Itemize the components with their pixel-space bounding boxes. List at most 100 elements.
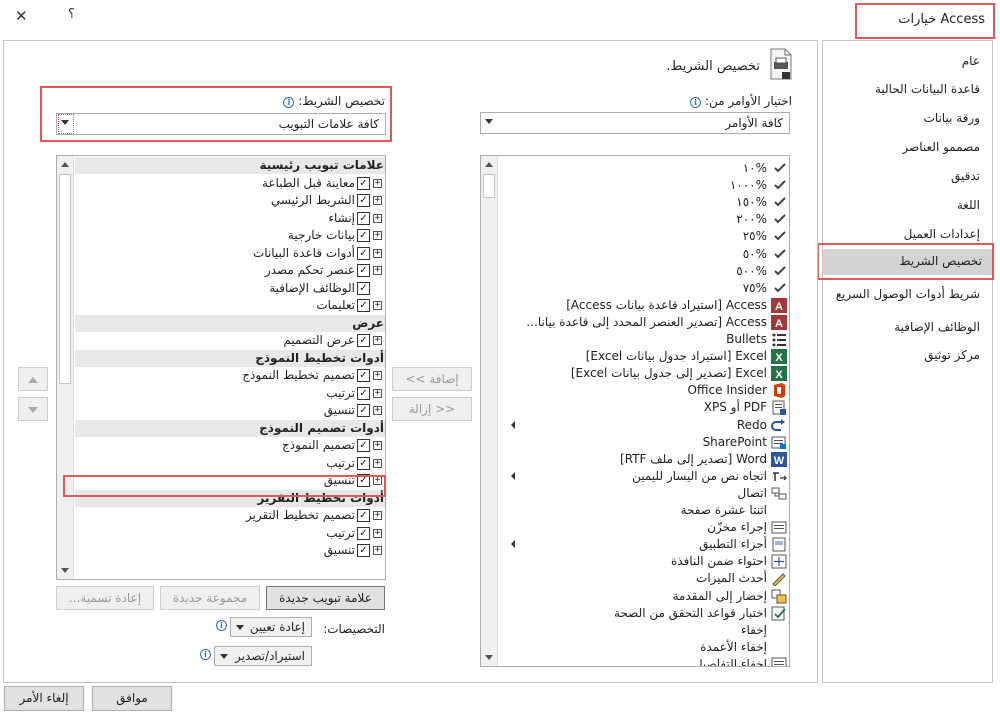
command-item[interactable]: %٢٠٠ <box>499 211 789 228</box>
tab-group-header[interactable]: أدوات تصميم النموذج <box>75 419 385 437</box>
tab-checkbox[interactable]: ✓ <box>357 229 370 242</box>
tab-checkbox[interactable]: ✓ <box>357 194 370 207</box>
ribbon-tab-item[interactable]: + ✓ ترتيب <box>75 455 385 472</box>
expand-icon[interactable]: + <box>373 248 382 258</box>
command-item[interactable]: إخفاء التفاصيل <box>499 656 789 666</box>
tab-checkbox[interactable]: ✓ <box>357 544 370 557</box>
command-item[interactable]: SharePoint <box>499 434 789 451</box>
nav-item-8[interactable]: شريط أدوات الوصول السريع <box>821 282 992 308</box>
nav-item-3[interactable]: مصممو العناصر <box>821 135 992 161</box>
commands-dropdown[interactable]: كافة الأوامر <box>480 112 790 134</box>
reset-dropdown[interactable]: إعادة تعيين <box>230 617 312 637</box>
ribbon-tab-item[interactable]: + ✓ تنسيق <box>75 402 385 419</box>
nav-item-5[interactable]: اللغة <box>821 193 992 219</box>
command-item[interactable]: اتصال <box>499 485 789 502</box>
command-item[interactable]: إجراء مخزّن <box>499 519 789 536</box>
move-up-button[interactable] <box>18 367 48 391</box>
new-group-button[interactable]: مجموعة جديدة <box>160 586 260 610</box>
tab-checkbox[interactable]: ✓ <box>357 474 370 487</box>
expand-icon[interactable]: + <box>373 511 382 520</box>
command-item[interactable]: %٢٥ <box>499 228 789 245</box>
tab-group-header[interactable]: أدوات تخطيط التقرير <box>75 489 385 507</box>
nav-item-10[interactable]: مركز توثيق <box>821 343 992 369</box>
command-item[interactable]: W Word [تصدير إلى ملف RTF] <box>499 451 789 468</box>
command-item[interactable]: Office Insider <box>499 382 789 399</box>
tab-checkbox[interactable]: ✓ <box>357 456 370 470</box>
expand-icon[interactable]: + <box>373 441 382 450</box>
expand-icon[interactable]: + <box>373 406 382 415</box>
expand-icon[interactable]: + <box>373 388 382 398</box>
scroll-up-icon[interactable] <box>61 162 69 167</box>
tab-checkbox[interactable]: ✓ <box>357 176 370 190</box>
ribbon-scrollbar[interactable] <box>57 156 74 579</box>
tab-checkbox[interactable]: ✓ <box>357 211 370 225</box>
expand-icon[interactable]: + <box>373 301 382 310</box>
expand-icon[interactable]: + <box>373 178 382 188</box>
command-item[interactable]: أحدث الميزات <box>499 570 789 588</box>
ribbon-tab-item[interactable]: + ✓ الشريط الرئيسي <box>75 192 385 209</box>
command-item[interactable]: X Excel [استيراد جدول بيانات Excel] <box>499 348 789 365</box>
ribbon-tab-item[interactable]: + ✓ أدوات قاعدة البيانات <box>75 245 385 262</box>
ribbon-tab-item[interactable]: + ✓ ترتيب <box>75 525 385 542</box>
expand-icon[interactable]: + <box>373 336 382 345</box>
import-export-dropdown[interactable]: استيراد/تصدير <box>214 646 312 666</box>
expand-icon[interactable]: + <box>373 266 382 275</box>
expand-icon[interactable]: + <box>373 231 382 240</box>
tab-checkbox[interactable]: ✓ <box>357 246 370 260</box>
ribbon-tab-item[interactable]: + ✓ تنسيق <box>75 472 385 489</box>
ribbon-tab-item[interactable]: + ✓ بيانات خارجية <box>75 227 385 244</box>
tab-group-header[interactable]: علامات تبويب رئيسية <box>75 157 385 174</box>
nav-item-7[interactable]: تخصيص الشريط <box>823 249 994 275</box>
new-tab-button[interactable]: علامة تبويب جديدة <box>266 586 385 610</box>
nav-item-1[interactable]: قاعدة البيانات الحالية <box>821 77 992 103</box>
rename-button[interactable]: إعادة تسمية... <box>56 586 154 610</box>
tab-checkbox[interactable]: ✓ <box>357 404 370 417</box>
tab-checkbox[interactable]: ✓ <box>357 386 370 400</box>
expand-icon[interactable]: + <box>373 213 382 223</box>
command-item[interactable]: A Access [تصدير العنصر المحدد إلى قاعدة ب… <box>499 314 789 331</box>
ribbon-tree[interactable]: علامات تبويب رئيسية + ✓ معاينة قبل الطباعة +… <box>56 155 386 580</box>
command-item[interactable]: PDF أو XPS <box>499 399 789 416</box>
tab-checkbox[interactable]: ✓ <box>357 439 370 452</box>
scroll-down-icon[interactable] <box>61 568 69 573</box>
ribbon-tab-item[interactable]: + ✓ عرض التصميم <box>75 332 385 349</box>
scroll-thumb[interactable] <box>483 174 495 198</box>
scroll-up-icon[interactable] <box>485 162 493 167</box>
expand-icon[interactable]: + <box>373 476 382 485</box>
move-down-button[interactable] <box>18 397 48 421</box>
scroll-down-icon[interactable] <box>485 655 493 660</box>
command-item[interactable]: %١٠٠٠ <box>499 177 789 194</box>
expand-icon[interactable]: + <box>373 196 382 205</box>
ribbon-dropdown[interactable]: كافة علامات التبويب <box>56 113 386 135</box>
ribbon-tab-item[interactable]: + ✓ ترتيب <box>75 385 385 402</box>
command-item[interactable]: %١٥٠ <box>499 194 789 211</box>
command-item[interactable]: X Excel [تصدير إلى جدول بيانات Excel] <box>499 365 789 382</box>
ribbon-tab-item[interactable]: + ✓ تصميم النموذج <box>75 437 385 454</box>
command-item[interactable]: اختبار قواعد التحقق من الصحة <box>499 605 789 622</box>
remove-button[interactable]: << إزالة <box>392 397 472 421</box>
expand-icon[interactable]: + <box>373 546 382 555</box>
expand-icon[interactable]: + <box>373 528 382 538</box>
nav-item-4[interactable]: تدقيق <box>821 164 992 190</box>
command-item[interactable]: إحضار إلى المقدمة <box>499 588 789 605</box>
tab-checkbox[interactable]: ✓ <box>357 264 370 277</box>
help-icon[interactable]: ؟ <box>68 7 75 22</box>
tab-checkbox[interactable]: ✓ <box>357 281 370 295</box>
tab-checkbox[interactable]: ✓ <box>357 299 370 312</box>
close-icon[interactable]: ✕ <box>15 7 28 25</box>
nav-item-6[interactable]: إعدادات العميل <box>821 222 992 248</box>
expand-icon[interactable]: + <box>373 458 382 468</box>
command-item[interactable]: اثنتا عشرة صفحة <box>499 502 789 519</box>
ok-button[interactable]: موافق <box>92 686 172 711</box>
command-item[interactable]: إخفاء <box>499 622 789 639</box>
tab-checkbox[interactable]: ✓ <box>357 369 370 382</box>
ribbon-tab-item[interactable]: + ✓ إنشاء <box>75 210 385 227</box>
command-item[interactable]: A Access [استيراد قاعدة بيانات Access] <box>499 297 789 314</box>
command-item[interactable]: %٧٥ <box>499 280 789 297</box>
command-item[interactable]: أجزاء التطبيق <box>499 536 789 553</box>
commands-scrollbar[interactable] <box>481 156 498 666</box>
nav-item-0[interactable]: عام <box>821 49 992 75</box>
ribbon-tab-item[interactable]: + ✓ عنصر تحكم مصدر <box>75 262 385 279</box>
ribbon-tab-item[interactable]: + ✓ تعليمات <box>75 297 385 314</box>
commands-list[interactable]: %١٠ %١٠٠٠ %١٥٠ %٢٠٠ %٢٥ %٥٠ %٥٠٠ %٧٥ A Access [اس… <box>480 155 790 667</box>
